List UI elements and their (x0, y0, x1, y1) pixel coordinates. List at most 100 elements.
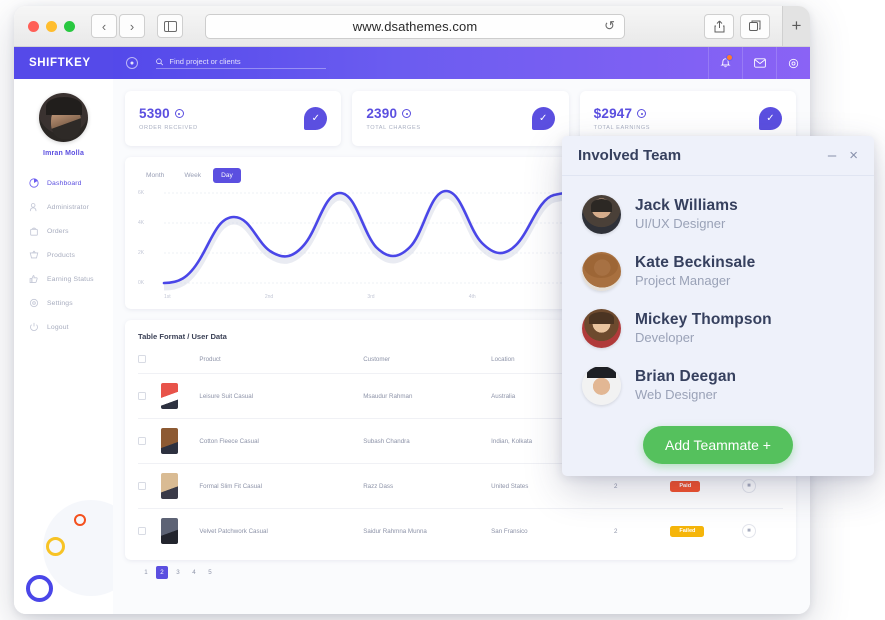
sidebar-item-products[interactable]: Products (14, 243, 113, 267)
sidebar-item-label: Dashboard (47, 179, 82, 187)
info-icon (637, 109, 647, 118)
sales-line-chart (162, 189, 588, 291)
row-checkbox[interactable] (138, 392, 146, 400)
product-thumbnail (160, 473, 178, 499)
minimize-window-button[interactable] (46, 20, 57, 32)
cell-status: Failed (670, 508, 742, 553)
tab-month[interactable]: Month (138, 168, 172, 183)
select-all-checkbox[interactable] (138, 355, 146, 363)
product-thumbnail (160, 383, 178, 409)
nav-arrows: ‹ › (91, 14, 145, 38)
stat-card-order-received[interactable]: 5390 ORDER RECEIVED ✓ (125, 91, 342, 146)
y-tick-label: 0K (138, 280, 145, 286)
team-panel-title: Involved Team (578, 147, 682, 164)
page-4[interactable]: 4 (188, 566, 200, 579)
product-thumbnail (160, 518, 178, 544)
page-5[interactable]: 5 (204, 566, 216, 579)
team-panel-header: Involved Team – × (562, 136, 874, 176)
row-thumb (160, 373, 200, 419)
menu-collapse-icon[interactable]: ● (126, 57, 138, 69)
list-item[interactable]: Brian Deegan Web Designer (562, 357, 874, 414)
info-icon (174, 109, 184, 118)
sidebar-item-orders[interactable]: Orders (14, 219, 113, 243)
stat-card-total-charges[interactable]: 2390 TOTAL CHARGES ✓ (352, 91, 569, 146)
page-1[interactable]: 1 (140, 566, 152, 579)
page-3[interactable]: 3 (172, 566, 184, 579)
row-checkbox[interactable] (138, 482, 146, 490)
team-member-role: Project Manager (635, 272, 731, 288)
list-item[interactable]: Jack Williams UI/UX Designer (562, 186, 874, 243)
close-icon[interactable]: × (849, 148, 858, 163)
team-panel-controls: – × (828, 148, 858, 163)
forward-button[interactable]: › (119, 14, 145, 38)
sidebar-item-label: Settings (47, 299, 73, 307)
team-member-name: Mickey Thompson (635, 310, 772, 328)
browser-toolbar: ‹ › www.dsathemes.com ↺ + (14, 6, 810, 47)
gear-icon (28, 297, 40, 309)
y-tick-label: 2K (138, 250, 145, 256)
stat-label: ORDER RECEIVED (139, 125, 198, 131)
row-thumb (160, 463, 200, 509)
screenshot-stage: ‹ › www.dsathemes.com ↺ + SHIFTKEY ● Fin… (0, 0, 885, 620)
stat-value-wrap: 5390 (139, 106, 198, 121)
page-2[interactable]: 2 (156, 566, 168, 579)
list-item[interactable]: Kate Beckinsale Project Manager (562, 243, 874, 300)
tab-day[interactable]: Day (213, 168, 241, 183)
minimize-icon[interactable]: – (828, 148, 836, 163)
gear-icon[interactable] (776, 47, 810, 79)
trash-icon[interactable]: ■ (741, 524, 756, 538)
sidebar-item-dashboard[interactable]: Dashboard (14, 171, 113, 195)
address-bar[interactable]: www.dsathemes.com ↺ (205, 13, 625, 39)
search-input[interactable] (169, 57, 326, 66)
x-tick-label: 3rd (367, 294, 375, 300)
share-icon[interactable] (704, 13, 734, 39)
search-box[interactable] (156, 57, 326, 69)
team-member-name: Jack Williams (635, 196, 738, 214)
row-checkbox[interactable] (138, 437, 146, 445)
y-tick-label: 4K (138, 220, 145, 226)
sidebar-icon[interactable] (157, 14, 183, 38)
chart-range-tabs: Month Week Day (138, 168, 241, 183)
row-select (138, 463, 161, 509)
column-header-customer[interactable]: Customer (363, 350, 491, 374)
list-item[interactable]: Mickey Thompson Developer (562, 300, 874, 357)
brand-logo[interactable]: SHIFTKEY (14, 47, 113, 79)
drop-check-icon: ✓ (304, 107, 328, 130)
sidebar: Imran Molla Dashboard Administrator Orde… (14, 79, 113, 614)
trash-icon[interactable]: ■ (741, 479, 756, 493)
sidebar-item-earning-status[interactable]: Earning Status (14, 267, 113, 291)
table-row[interactable]: Velvet Patchwork Casual Saidur Rahmna Mu… (138, 508, 783, 553)
team-member-role: UI/UX Designer (635, 215, 726, 231)
tabs-icon[interactable] (740, 13, 770, 39)
x-tick-label: 2nd (264, 294, 274, 300)
bell-icon[interactable] (708, 47, 742, 79)
new-tab-button[interactable]: + (782, 6, 810, 46)
cell-customer: Razz Dass (363, 463, 492, 509)
stat-label: TOTAL CHARGES (366, 125, 421, 131)
add-teammate-button[interactable]: Add Teammate + (643, 426, 793, 464)
bag-icon (28, 225, 40, 237)
app-navbar: SHIFTKEY ● (14, 47, 810, 79)
status-badge: Paid (670, 480, 701, 492)
column-header-product[interactable]: Product (199, 350, 363, 374)
stat-value-wrap: 2390 (366, 106, 420, 121)
mail-icon[interactable] (742, 47, 776, 79)
avatar (39, 93, 88, 142)
navbar-left: ● (113, 57, 326, 69)
maximize-window-button[interactable] (64, 20, 75, 32)
power-icon (28, 321, 40, 333)
close-window-button[interactable] (28, 20, 39, 32)
sidebar-item-label: Products (47, 251, 76, 259)
reload-icon[interactable]: ↺ (604, 18, 615, 34)
user-shield-icon (28, 201, 40, 213)
tab-week[interactable]: Week (176, 168, 209, 183)
stat-card-text: $2947 TOTAL EARNINGS (594, 106, 650, 131)
back-button[interactable]: ‹ (91, 14, 117, 38)
team-member-text: Jack Williams UI/UX Designer (635, 197, 738, 233)
search-icon (156, 58, 164, 65)
sidebar-item-logout[interactable]: Logout (14, 315, 113, 339)
sidebar-item-settings[interactable]: Settings (14, 291, 113, 315)
row-checkbox[interactable] (138, 527, 146, 535)
sidebar-user-name: Imran Molla (42, 150, 85, 157)
sidebar-item-administrator[interactable]: Administrator (14, 195, 113, 219)
